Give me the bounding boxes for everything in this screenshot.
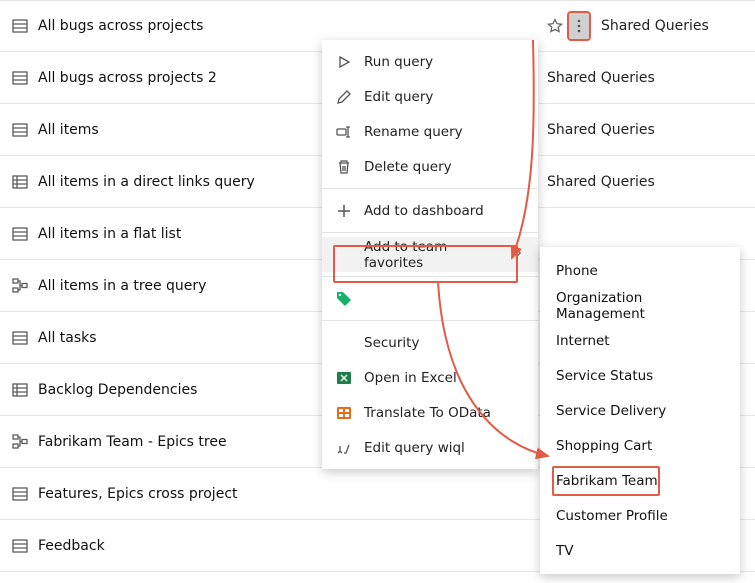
excel-icon [336,370,352,386]
pencil-icon [336,89,352,105]
menu-run-query[interactable]: Run query [322,44,538,79]
plus-icon [336,203,352,219]
team-option[interactable]: Customer Profile [540,498,740,533]
menu-separator [322,276,538,277]
query-folder: Shared Queries [547,174,655,190]
menu-label: Edit query wiql [364,440,465,456]
team-option-label: Customer Profile [556,508,668,524]
rename-icon [336,124,352,140]
team-favorites-submenu: Phone Organization Management Internet Serv… [540,247,740,574]
query-folder: Shared Queries [601,18,709,34]
query-type-icon [12,18,28,34]
query-type-icon [12,70,28,86]
blank-icon [336,335,352,351]
team-option[interactable]: TV [540,533,740,568]
query-type-icon [12,434,28,450]
team-option-label: Organization Management [556,290,724,322]
menu-translate-odata[interactable]: Translate To OData [322,395,538,430]
menu-add-to-team-favorites[interactable]: Add to team favorites [322,237,538,272]
team-option-label: Shopping Cart [556,438,652,454]
team-option-label: Internet [556,333,610,349]
blank-icon [336,247,352,263]
team-option[interactable]: Service Delivery [540,393,740,428]
menu-edit-query[interactable]: Edit query [322,79,538,114]
menu-security[interactable]: Security [322,325,538,360]
menu-separator [322,188,538,189]
menu-separator [322,232,538,233]
team-option-label: TV [556,543,573,559]
menu-open-in-excel[interactable]: Open in Excel [322,360,538,395]
menu-edit-wiql[interactable]: Edit query wiql [322,430,538,465]
query-type-icon [12,174,28,190]
favorite-star-icon[interactable] [547,18,563,34]
query-name: Feedback [38,538,547,554]
query-folder: Shared Queries [547,122,655,138]
team-option[interactable]: Service Status [540,358,740,393]
team-option[interactable]: Internet [540,323,740,358]
query-name: All bugs across projects [38,18,547,34]
more-actions-button[interactable] [569,13,589,39]
query-type-icon [12,330,28,346]
wiql-icon [336,440,352,456]
query-type-icon [12,226,28,242]
team-option-label: Phone [556,263,598,279]
menu-add-to-dashboard[interactable]: Add to dashboard [322,193,538,228]
tag-icon [336,291,352,307]
odata-icon [336,405,352,421]
menu-label: Security [364,335,419,351]
chevron-right-icon [512,247,524,263]
menu-tag-color[interactable] [322,281,538,316]
menu-label: Rename query [364,124,463,140]
menu-delete-query[interactable]: Delete query [322,149,538,184]
team-option-label: Fabrikam Team [556,473,658,489]
play-icon [336,54,352,70]
team-option[interactable]: Organization Management [540,288,740,323]
team-option-label: Service Status [556,368,653,384]
query-type-icon [12,538,28,554]
query-type-icon [12,486,28,502]
team-option[interactable]: Shopping Cart [540,428,740,463]
trash-icon [336,159,352,175]
menu-label: Add to dashboard [364,203,484,219]
menu-label: Open in Excel [364,370,457,386]
menu-separator [322,320,538,321]
query-type-icon [12,278,28,294]
team-option-label: Service Delivery [556,403,666,419]
menu-label: Edit query [364,89,433,105]
query-context-menu: Run query Edit query Rename query Delete… [322,40,538,469]
menu-label: Add to team favorites [364,239,500,271]
query-type-icon [12,122,28,138]
menu-label: Translate To OData [364,405,491,421]
menu-label: Run query [364,54,433,70]
query-name: Features, Epics cross project [38,486,547,502]
menu-rename-query[interactable]: Rename query [322,114,538,149]
query-folder: Shared Queries [547,70,655,86]
team-option[interactable]: Phone [540,253,740,288]
menu-label: Delete query [364,159,452,175]
team-option[interactable]: Fabrikam Team [540,463,740,498]
query-type-icon [12,382,28,398]
